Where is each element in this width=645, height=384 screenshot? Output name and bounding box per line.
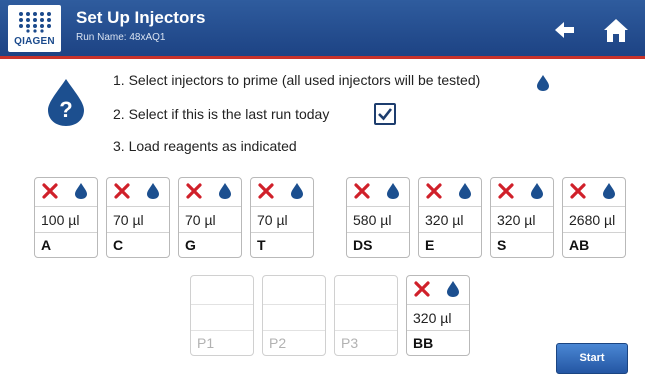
- drop-icon: [387, 183, 399, 199]
- injector-label: C: [107, 232, 169, 257]
- injector-a[interactable]: 100 µl A: [34, 177, 98, 258]
- drop-icon: [75, 183, 87, 199]
- injector-e[interactable]: 320 µl E: [418, 177, 482, 258]
- injector-label: P2: [263, 330, 325, 355]
- not-primed-x-icon: [414, 281, 430, 297]
- injector-volume: 320 µl: [491, 206, 553, 232]
- drop-icon: [459, 183, 471, 199]
- start-button[interactable]: Start: [556, 343, 628, 374]
- drop-icon: [219, 183, 231, 199]
- injector-volume: [335, 304, 397, 330]
- logo-text: QIAGEN: [14, 36, 55, 47]
- run-name: Run Name: 48xAQ1: [76, 32, 166, 43]
- last-run-today-checkbox[interactable]: [374, 103, 396, 125]
- injector-c[interactable]: 70 µl C: [106, 177, 170, 258]
- page-title: Set Up Injectors: [76, 8, 206, 27]
- injector-volume: 2680 µl: [563, 206, 625, 232]
- injector-volume: 320 µl: [407, 304, 469, 330]
- header-accent-line: [0, 56, 645, 59]
- qiagen-logo: QIAGEN: [8, 5, 61, 52]
- injector-volume: 100 µl: [35, 206, 97, 232]
- injector-label: P1: [191, 330, 253, 355]
- injector-label: DS: [347, 232, 409, 257]
- header-bar: QIAGEN Set Up Injectors Run Name: 48xAQ1: [0, 0, 645, 56]
- injector-label: AB: [563, 232, 625, 257]
- not-primed-x-icon: [186, 183, 202, 199]
- not-primed-x-icon: [498, 183, 514, 199]
- injector-volume: [263, 304, 325, 330]
- not-primed-x-icon: [354, 183, 370, 199]
- injector-p2: P2: [262, 275, 326, 356]
- injector-p1: P1: [190, 275, 254, 356]
- injector-g[interactable]: 70 µl G: [178, 177, 242, 258]
- injector-label: P3: [335, 330, 397, 355]
- injector-label: E: [419, 232, 481, 257]
- back-arrow-icon[interactable]: [548, 14, 580, 46]
- injector-volume: 70 µl: [179, 206, 241, 232]
- drop-icon: [447, 281, 459, 297]
- reagent-drop-help-icon: ?: [48, 79, 84, 126]
- checkmark-icon: [378, 108, 393, 121]
- injector-label: S: [491, 232, 553, 257]
- logo-dots-icon: [19, 12, 51, 33]
- not-primed-x-icon: [426, 183, 442, 199]
- drop-icon: [147, 183, 159, 199]
- instruction-step-3: 3. Load reagents as indicated: [113, 138, 297, 154]
- injector-bb[interactable]: 320 µl BB: [406, 275, 470, 356]
- injector-label: G: [179, 232, 241, 257]
- not-primed-x-icon: [114, 183, 130, 199]
- home-icon[interactable]: [600, 14, 632, 46]
- injector-s[interactable]: 320 µl S: [490, 177, 554, 258]
- not-primed-x-icon: [258, 183, 274, 199]
- injector-volume: 320 µl: [419, 206, 481, 232]
- injector-t[interactable]: 70 µl T: [250, 177, 314, 258]
- injector-volume: 580 µl: [347, 206, 409, 232]
- injector-volume: 70 µl: [251, 206, 313, 232]
- injector-label: T: [251, 232, 313, 257]
- injector-label: BB: [407, 330, 469, 355]
- not-primed-x-icon: [42, 183, 58, 199]
- drop-icon: [531, 183, 543, 199]
- svg-text:?: ?: [59, 97, 72, 122]
- injector-ds[interactable]: 580 µl DS: [346, 177, 410, 258]
- drop-icon: [291, 183, 303, 199]
- injector-p3: P3: [334, 275, 398, 356]
- injector-label: A: [35, 232, 97, 257]
- instruction-step-2: 2. Select if this is the last run today: [113, 106, 330, 122]
- instruction-step-1: 1. Select injectors to prime (all used i…: [113, 72, 481, 88]
- not-primed-x-icon: [570, 183, 586, 199]
- injector-volume: 70 µl: [107, 206, 169, 232]
- drop-icon: [603, 183, 615, 199]
- injector-volume: [191, 304, 253, 330]
- injector-ab[interactable]: 2680 µl AB: [562, 177, 626, 258]
- drop-icon: [537, 75, 549, 91]
